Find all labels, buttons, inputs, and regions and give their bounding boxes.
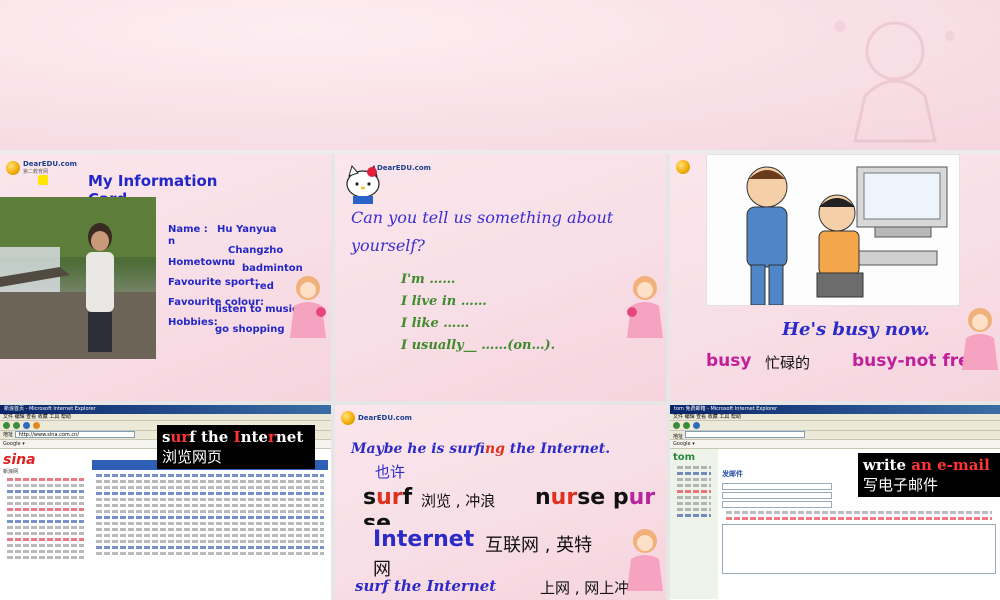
label-en: write an e-mail bbox=[863, 456, 990, 474]
grid-gap bbox=[666, 154, 670, 600]
browser-menu-bar: 文件 编辑 查看 收藏 工具 帮助 bbox=[670, 414, 1000, 421]
word-purse-tail: se bbox=[363, 511, 392, 525]
back-icon[interactable] bbox=[673, 422, 680, 429]
dearedu-logo: DearEDU.com 第二教育网 bbox=[6, 160, 77, 175]
grid-gap bbox=[0, 401, 1000, 405]
word-busy: busy bbox=[706, 351, 752, 371]
sina-logo-sub: 新浪网 bbox=[3, 469, 19, 475]
yellow-square-icon bbox=[38, 175, 48, 185]
maybe-meaning: 也许 bbox=[375, 463, 406, 481]
name-label: Name : bbox=[168, 224, 208, 235]
prompt-line-1: I'm …… bbox=[401, 272, 456, 287]
logo-text: DearEDU.com bbox=[377, 164, 431, 172]
phrase-surf-internet: surf the Internet bbox=[355, 577, 497, 595]
browser-title-bar: 新浪首页 - Microsoft Internet Explorer bbox=[0, 405, 331, 414]
boys-at-computer-illustration bbox=[746, 166, 948, 305]
surf-internet-label: surf the Internet 浏览网页 bbox=[157, 425, 315, 469]
portrait-photo bbox=[0, 197, 156, 359]
address-input[interactable] bbox=[684, 431, 805, 438]
browser-title-bar: tom 免费邮箱 - Microsoft Internet Explorer bbox=[670, 405, 1000, 414]
address-input[interactable]: http://www.sina.com.cn/ bbox=[14, 431, 135, 438]
top-banner bbox=[0, 0, 1000, 150]
name-value-wrap: n bbox=[168, 236, 176, 247]
logo-icon bbox=[6, 160, 20, 175]
slide-write-email-screenshot[interactable]: tom 免费邮箱 - Microsoft Internet Explorer 文… bbox=[670, 405, 1000, 600]
sina-logo: sina bbox=[3, 452, 36, 468]
slide-information-card[interactable]: DearEDU.com第二教育网 My Information Card Nam… bbox=[0, 154, 331, 401]
home-icon[interactable] bbox=[33, 422, 40, 429]
label-en: surf the Internet bbox=[162, 428, 304, 446]
word-meaning: 忙碌的 bbox=[765, 354, 811, 372]
name-value: Hu Yanyua bbox=[217, 224, 277, 235]
surf-meaning: 浏览 , 冲浪 bbox=[421, 492, 496, 510]
cartoon-girl-icon bbox=[962, 308, 998, 370]
sport-label: Favourite sport: bbox=[168, 277, 259, 288]
prompt-line-4: I usually__ ……(on…). bbox=[401, 338, 556, 353]
hometown-value: Changzho bbox=[228, 245, 284, 256]
slide-surf-vocabulary[interactable]: DearEDU.com Maybe he is surfing the Inte… bbox=[335, 405, 666, 600]
sina-left-column: sina 新浪网 bbox=[3, 452, 88, 562]
forward-icon[interactable] bbox=[683, 422, 690, 429]
logo-icon bbox=[341, 411, 355, 425]
word-nurse: nurse pur bbox=[535, 485, 656, 510]
slide-surf-internet-screenshot[interactable]: 新浪首页 - Microsoft Internet Explorer 文件 编辑… bbox=[0, 405, 331, 600]
google-toolbar: Google ▾ bbox=[670, 440, 1000, 449]
back-icon[interactable] bbox=[3, 422, 10, 429]
slide-busy[interactable]: He's busy now. busy 忙碌的 busy-not free bbox=[670, 154, 1000, 401]
forward-icon[interactable] bbox=[13, 422, 20, 429]
colour-value: red bbox=[255, 281, 274, 292]
question: Can you tell us something about yourself… bbox=[351, 204, 651, 260]
cartoon-girl-icon bbox=[627, 529, 663, 591]
cartoon-girl-icon bbox=[290, 276, 326, 338]
word-internet: Internet bbox=[373, 527, 475, 552]
girl-doodle-icon bbox=[834, 20, 955, 143]
photo-illustration bbox=[0, 197, 156, 359]
logo-icon bbox=[676, 160, 690, 174]
mail-sidebar: tom bbox=[670, 449, 718, 599]
question-line1: Can you tell us something about bbox=[351, 208, 614, 227]
slide-tell-about-yourself[interactable]: DearEDU.com Can you tell us something ab… bbox=[335, 154, 666, 401]
logo-subtext: 第二教育网 bbox=[23, 169, 49, 175]
hobby-1: listen to music bbox=[215, 304, 298, 315]
dearedu-logo: DearEDU.com bbox=[341, 411, 412, 425]
prompt-line-3: I like …… bbox=[401, 316, 470, 331]
cartoon-girl-icon bbox=[627, 276, 663, 338]
tom-logo: tom bbox=[673, 452, 696, 463]
example-sentence: Maybe he is surfing the Internet. bbox=[351, 441, 611, 457]
label-cn: 浏览网页 bbox=[162, 448, 223, 466]
refresh-icon[interactable] bbox=[23, 422, 30, 429]
question-line2: yourself? bbox=[351, 236, 425, 255]
logo-text: DearEDU.com bbox=[358, 414, 412, 422]
internet-meaning: 互联网 , 英特 bbox=[485, 535, 593, 556]
prompt-line-2: I live in …… bbox=[401, 294, 487, 309]
write-email-label: write an e-mail 写电子邮件 bbox=[858, 453, 1000, 497]
logo-text: DearEDU.com bbox=[23, 160, 77, 168]
word-surf: surf bbox=[363, 485, 413, 510]
label-cn: 写电子邮件 bbox=[863, 476, 939, 494]
browser-menu-bar: 文件 编辑 查看 收藏 工具 帮助 bbox=[0, 414, 331, 421]
dearedu-logo: DearEDU.com bbox=[377, 164, 431, 172]
hometown-label: Hometown: bbox=[168, 257, 233, 268]
dearedu-logo bbox=[676, 160, 690, 174]
caption: He's busy now. bbox=[782, 319, 930, 340]
hometown-value-wrap: u bbox=[228, 257, 236, 268]
browser-window: tom 免费邮箱 - Microsoft Internet Explorer 文… bbox=[670, 405, 1000, 600]
browser-toolbar bbox=[670, 421, 1000, 431]
address-bar: 地址 bbox=[670, 431, 1000, 440]
phrase-meaning: 上网 , 网上冲 bbox=[540, 579, 630, 597]
computer-illustration bbox=[706, 154, 960, 306]
hobby-2: go shopping bbox=[215, 324, 285, 335]
grid-gap bbox=[331, 154, 335, 600]
hobbies-label: Hobbies: bbox=[168, 317, 218, 328]
refresh-icon[interactable] bbox=[693, 422, 700, 429]
